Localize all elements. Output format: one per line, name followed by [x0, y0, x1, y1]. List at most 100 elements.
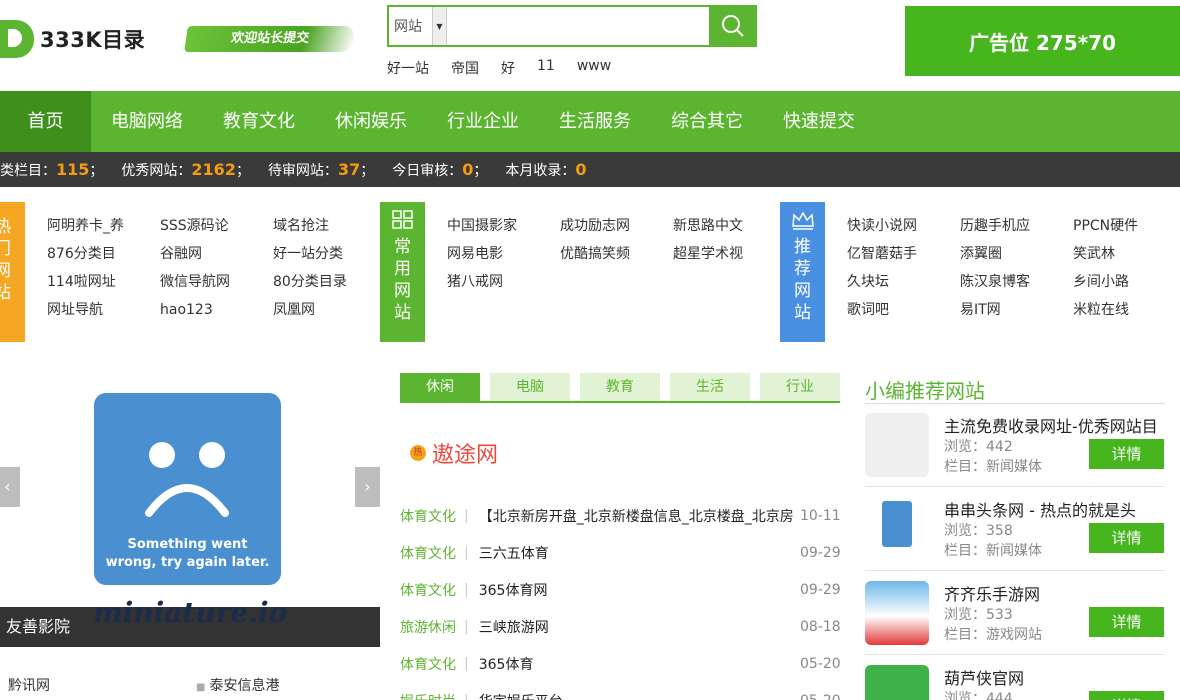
slide-prev-button[interactable]: ‹: [0, 467, 20, 507]
site-link[interactable]: 久块坛: [847, 271, 960, 293]
site-link[interactable]: PPCN硬件: [1073, 215, 1180, 237]
detail-button[interactable]: 详情: [1089, 439, 1164, 469]
recommend-name[interactable]: 主流免费收录网址-优秀网站目: [944, 413, 1158, 437]
news-category[interactable]: 体育文化: [400, 506, 464, 526]
hot-word-link[interactable]: www: [577, 58, 611, 78]
recommend-views: 浏览：442: [944, 439, 1013, 455]
site-logo[interactable]: 333K目录: [0, 14, 150, 64]
news-row[interactable]: 体育文化 | 【北京新房开盘_北京新楼盘信息_北京楼盘_北京房 10-11: [400, 497, 841, 534]
hot-sites-links: 阿明养卡_养 SSS源码论 域名抢注 876分类目 谷融网 好一站分类 114啦…: [47, 215, 386, 321]
detail-button[interactable]: 详情: [1089, 607, 1164, 637]
site-link[interactable]: 好一站分类: [273, 243, 386, 265]
site-link[interactable]: 成功励志网: [560, 215, 673, 237]
grid-icon: [391, 210, 413, 229]
nav-item-industry[interactable]: 行业企业: [427, 91, 539, 152]
hot-word-link[interactable]: 帝国: [451, 58, 479, 78]
site-link[interactable]: 谷融网: [160, 243, 273, 265]
news-row[interactable]: 娱乐时尚| 华宇娱乐平台 05-20: [400, 682, 841, 700]
nav-item-education[interactable]: 教育文化: [203, 91, 315, 152]
site-link[interactable]: SSS源码论: [160, 215, 273, 237]
featured-site[interactable]: 热 遨途网: [410, 437, 498, 469]
news-title[interactable]: 365体育: [479, 654, 800, 674]
site-link[interactable]: 易IT网: [960, 299, 1073, 321]
nav-item-computer[interactable]: 电脑网络: [91, 91, 203, 152]
site-link[interactable]: 优酷搞笑频: [560, 243, 673, 265]
site-link[interactable]: 歌词吧: [847, 299, 960, 321]
site-link[interactable]: 历趣手机应: [960, 215, 1073, 237]
site-link[interactable]: 阿明养卡_养: [47, 215, 160, 237]
news-category[interactable]: 体育文化: [400, 580, 464, 600]
ad-banner[interactable]: 广告位 275*70: [905, 6, 1180, 76]
site-link[interactable]: 域名抢注: [273, 215, 386, 237]
search-icon: [722, 15, 744, 37]
search-button[interactable]: [709, 7, 755, 45]
news-category[interactable]: 旅游休闲: [400, 617, 464, 637]
hot-word-link[interactable]: 11: [537, 58, 555, 78]
site-link[interactable]: 陈汉泉博客: [960, 271, 1073, 293]
site-link[interactable]: 114啦网址: [47, 271, 160, 293]
news-row[interactable]: 旅游休闲 | 三峡旅游网 08-18: [400, 608, 841, 645]
news-title[interactable]: 【北京新房开盘_北京新楼盘信息_北京楼盘_北京房: [479, 506, 800, 526]
news-row[interactable]: 体育文化 | 365体育网 09-29: [400, 571, 841, 608]
slide-next-button[interactable]: ›: [355, 467, 380, 507]
tab-industry[interactable]: 行业: [760, 373, 840, 401]
site-link[interactable]: 876分类目: [47, 243, 160, 265]
detail-button[interactable]: 详情: [1089, 691, 1164, 700]
nav-item-leisure[interactable]: 休闲娱乐: [315, 91, 427, 152]
site-link[interactable]: hao123: [160, 299, 273, 321]
slide-image[interactable]: Something went wrong, try again later.: [94, 393, 281, 585]
recommend-category: 栏目：新闻媒体: [944, 543, 1042, 559]
nav-item-life[interactable]: 生活服务: [539, 91, 651, 152]
recommend-name[interactable]: 葫芦侠官网: [944, 665, 1024, 689]
site-link[interactable]: 笑武林: [1073, 243, 1180, 265]
hot-word-link[interactable]: 好一站: [387, 58, 429, 78]
site-thumbnail[interactable]: [865, 665, 929, 700]
site-link[interactable]: 超星学术视: [673, 243, 786, 265]
site-link[interactable]: 猪八戒网: [447, 271, 560, 293]
site-link[interactable]: 网址导航: [47, 299, 160, 321]
site-thumbnail[interactable]: [865, 413, 929, 477]
nav-item-home[interactable]: 首页: [0, 91, 91, 152]
recommend-name[interactable]: 齐齐乐手游网: [944, 581, 1040, 605]
site-link[interactable]: 新思路中文: [673, 215, 786, 237]
tab-computer[interactable]: 电脑: [490, 373, 570, 401]
site-link[interactable]: 添翼圈: [960, 243, 1073, 265]
search-input[interactable]: [447, 7, 709, 45]
tab-leisure[interactable]: 休闲: [400, 373, 480, 401]
site-link[interactable]: 米粒在线: [1073, 299, 1180, 321]
friend-link[interactable]: ■ 泰安信息港: [196, 675, 279, 695]
site-link[interactable]: 快读小说网: [847, 215, 960, 237]
slide-error-text: Something went wrong, try again later.: [105, 537, 270, 570]
main-nav: 首页 电脑网络 教育文化 休闲娱乐 行业企业 生活服务 综合其它 快速提交: [0, 91, 1180, 152]
site-thumbnail[interactable]: [865, 497, 929, 561]
site-link[interactable]: 80分类目录: [273, 271, 386, 293]
news-title[interactable]: 三六五体育: [479, 543, 800, 563]
hot-search-words: 好一站 帝国 好 11 www: [387, 58, 611, 78]
nav-item-submit[interactable]: 快速提交: [763, 91, 875, 152]
friend-link[interactable]: 黔讯网: [8, 675, 50, 695]
site-link[interactable]: 中国摄影家: [447, 215, 560, 237]
news-category[interactable]: 体育文化: [400, 543, 464, 563]
news-title[interactable]: 365体育网: [479, 580, 800, 600]
detail-button[interactable]: 详情: [1089, 523, 1164, 553]
recommend-name[interactable]: 串串头条网 - 热点的就是头: [944, 497, 1136, 521]
site-thumbnail[interactable]: [865, 581, 929, 645]
tab-education[interactable]: 教育: [580, 373, 660, 401]
news-category[interactable]: 体育文化: [400, 654, 464, 674]
site-link[interactable]: 微信导航网: [160, 271, 273, 293]
site-link[interactable]: 凤凰网: [273, 299, 386, 321]
recommend-views: 浏览：533: [944, 607, 1013, 623]
site-link[interactable]: 网易电影: [447, 243, 560, 265]
site-link[interactable]: 亿智蘑菇手: [847, 243, 960, 265]
news-category[interactable]: 娱乐时尚: [400, 691, 464, 700]
news-date: 09-29: [800, 544, 841, 561]
news-title[interactable]: 华宇娱乐平台: [479, 691, 800, 700]
site-link[interactable]: 乡间小路: [1073, 271, 1180, 293]
news-row[interactable]: 体育文化 | 365体育 05-20: [400, 645, 841, 682]
nav-item-other[interactable]: 综合其它: [651, 91, 763, 152]
search-type-select[interactable]: 网站 ▼: [389, 7, 447, 45]
tab-life[interactable]: 生活: [670, 373, 750, 401]
news-row[interactable]: 体育文化 | 三六五体育 09-29: [400, 534, 841, 571]
news-title[interactable]: 三峡旅游网: [479, 617, 800, 637]
hot-word-link[interactable]: 好: [501, 58, 515, 78]
